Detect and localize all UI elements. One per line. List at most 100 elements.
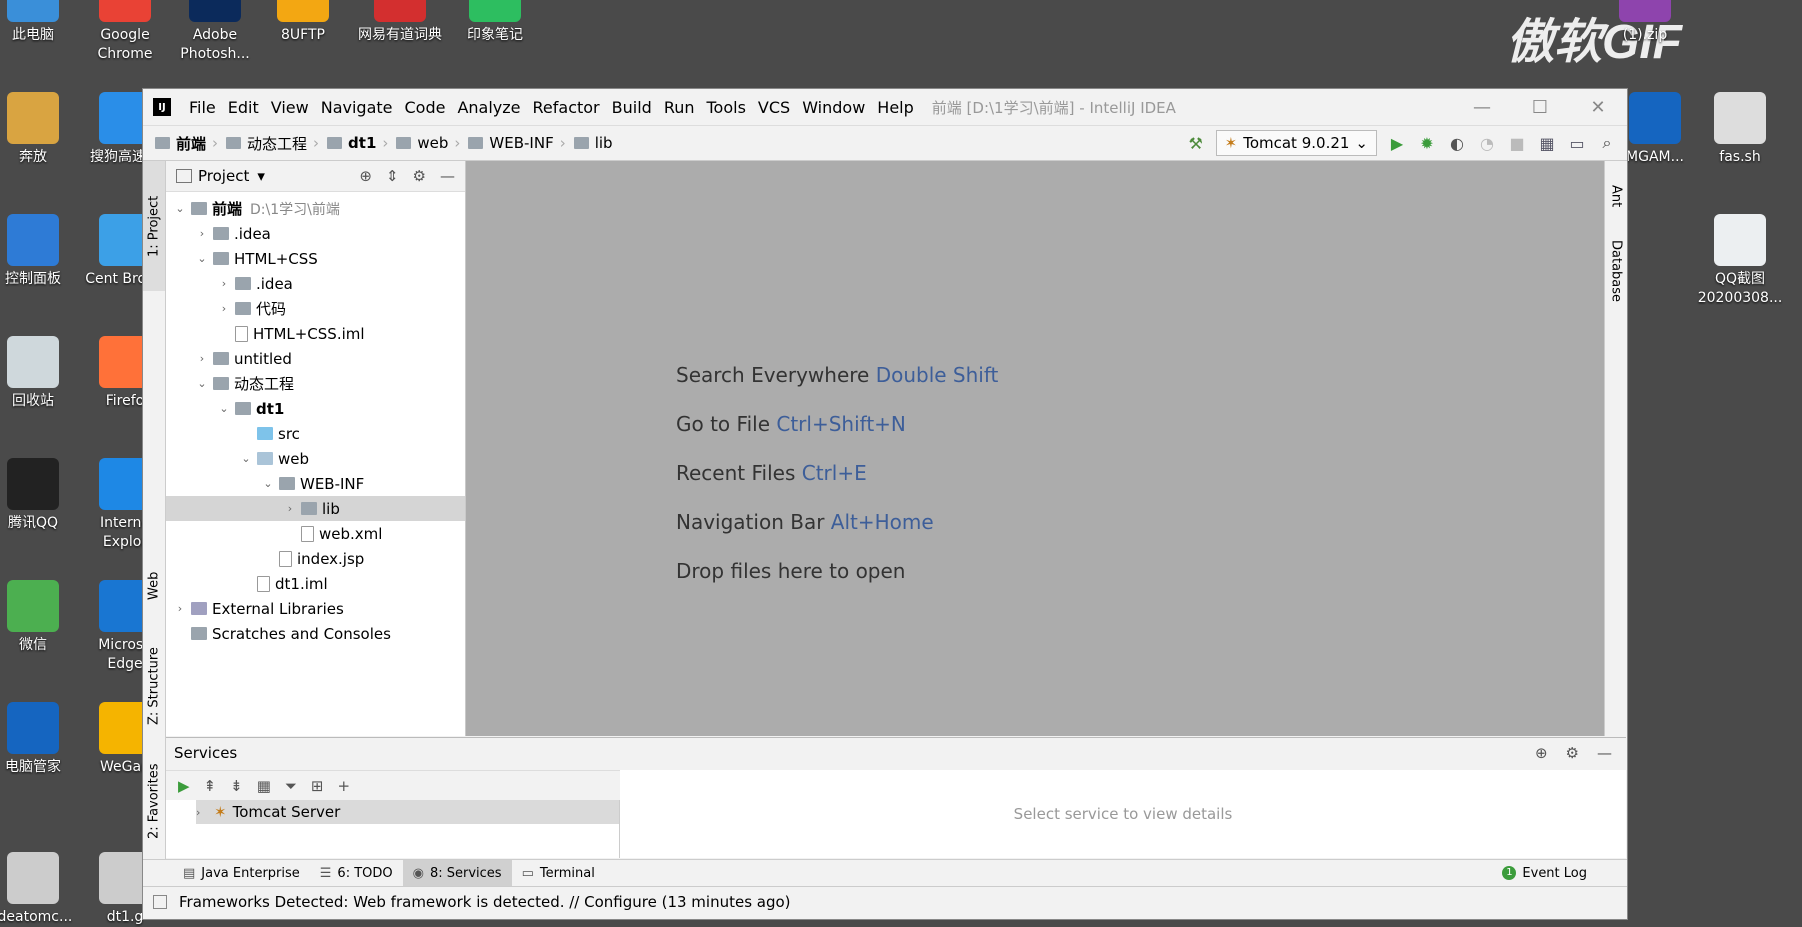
tab-database[interactable]: Database <box>1605 231 1627 311</box>
chevron-down-icon[interactable]: ⌄ <box>172 202 188 215</box>
chevron-down-icon[interactable]: ⌄ <box>194 252 210 265</box>
chevron-down-icon[interactable]: ▾ <box>257 167 265 185</box>
run-icon[interactable]: ▶ <box>1387 133 1407 153</box>
tree-node[interactable]: › lib <box>166 496 465 521</box>
project-panel-title[interactable]: Project <box>198 167 249 185</box>
desktop-icon[interactable]: Google Chrome <box>80 0 170 64</box>
chevron-down-icon[interactable]: ⌄ <box>216 402 232 415</box>
tree-node[interactable]: ⌄ 动态工程 <box>166 371 465 396</box>
menu-item-refactor[interactable]: Refactor <box>527 98 606 117</box>
coverage-icon[interactable]: ◐ <box>1447 133 1467 153</box>
chevron-right-icon[interactable]: › <box>196 806 214 819</box>
breadcrumb-item[interactable]: web › <box>392 133 464 154</box>
status-message[interactable]: Frameworks Detected: Web framework is de… <box>179 893 791 911</box>
desktop-icon[interactable]: ideatomc... <box>0 852 78 927</box>
tree-node[interactable]: ⌄ web <box>166 446 465 471</box>
chevron-down-icon[interactable]: ⌄ <box>194 377 210 390</box>
hide-icon[interactable]: — <box>440 167 455 185</box>
service-item-tomcat[interactable]: › ✶ Tomcat Server <box>196 800 619 824</box>
tree-node[interactable]: › 代码 <box>166 296 465 321</box>
tree-node[interactable]: ⌄ HTML+CSS <box>166 246 465 271</box>
bottom-tab[interactable]: ▤ Java Enterprise <box>173 860 310 886</box>
tree-node[interactable]: dt1.iml <box>166 571 465 596</box>
menu-item-build[interactable]: Build <box>606 98 658 117</box>
desktop-icon[interactable]: Adobe Photosh... <box>170 0 260 64</box>
breadcrumb-item[interactable]: 动态工程 › <box>222 133 323 154</box>
chevron-right-icon[interactable]: › <box>282 502 298 515</box>
tab-project[interactable]: 1: Project <box>143 161 165 291</box>
tree-node[interactable]: Scratches and Consoles <box>166 621 465 646</box>
tree-node[interactable]: web.xml <box>166 521 465 546</box>
menu-item-window[interactable]: Window <box>796 98 871 117</box>
menu-item-navigate[interactable]: Navigate <box>315 98 399 117</box>
tree-node[interactable]: › untitled <box>166 346 465 371</box>
breadcrumb-item[interactable]: dt1 › <box>323 133 392 154</box>
desktop-icon[interactable]: QQ截图 20200308... <box>1695 214 1785 308</box>
status-toggle-icon[interactable] <box>153 895 167 909</box>
desktop-icon[interactable]: 微信 <box>0 580 78 655</box>
chevron-down-icon[interactable]: ⌄ <box>238 452 254 465</box>
breadcrumb-item[interactable]: WEB-INF › <box>464 133 569 154</box>
chevron-right-icon[interactable]: › <box>172 602 188 615</box>
tree-node[interactable]: ⌄ 前端 D:\1学习\前端 <box>166 196 465 221</box>
group-icon[interactable]: ▦ <box>257 777 271 795</box>
build-hammer-icon[interactable]: ⚒ <box>1186 133 1206 153</box>
menu-item-tools[interactable]: Tools <box>701 98 752 117</box>
menu-item-analyze[interactable]: Analyze <box>451 98 526 117</box>
collapse-all-icon[interactable]: ⇕ <box>386 167 399 185</box>
menu-item-run[interactable]: Run <box>658 98 701 117</box>
run-icon[interactable]: ▶ <box>178 777 190 795</box>
expand-all-icon[interactable]: ⇞ <box>204 777 217 795</box>
menu-item-view[interactable]: View <box>265 98 315 117</box>
menu-item-edit[interactable]: Edit <box>222 98 265 117</box>
bottom-tab[interactable]: ☰ 6: TODO <box>310 860 403 886</box>
desktop-icon[interactable]: 回收站 <box>0 336 78 411</box>
chevron-right-icon[interactable]: › <box>194 352 210 365</box>
tab-structure[interactable]: Z: Structure <box>143 631 165 741</box>
desktop-icon[interactable]: 此电脑 <box>0 0 78 45</box>
tree-node[interactable]: index.jsp <box>166 546 465 571</box>
tree-node[interactable]: ⌄ WEB-INF <box>166 471 465 496</box>
chevron-down-icon[interactable]: ⌄ <box>260 477 276 490</box>
tree-node[interactable]: › .idea <box>166 221 465 246</box>
gear-icon[interactable]: ⚙ <box>1566 744 1579 762</box>
debug-icon[interactable]: ✹ <box>1417 133 1437 153</box>
close-button[interactable]: ✕ <box>1569 97 1627 118</box>
project-structure-icon[interactable]: ▦ <box>1537 133 1557 153</box>
desktop-icon[interactable]: (1).zip <box>1600 0 1690 45</box>
editor-area[interactable]: Search Everywhere Double Shift Go to File… <box>466 161 1604 736</box>
menu-item-help[interactable]: Help <box>871 98 919 117</box>
tree-node[interactable]: ⌄ dt1 <box>166 396 465 421</box>
stop-icon[interactable]: ■ <box>1507 133 1527 153</box>
chevron-right-icon[interactable]: › <box>216 302 232 315</box>
tree-node[interactable]: HTML+CSS.iml <box>166 321 465 346</box>
desktop-icon[interactable]: 奔放 <box>0 92 78 167</box>
chevron-right-icon[interactable]: › <box>216 277 232 290</box>
locate-icon[interactable]: ⊕ <box>359 167 372 185</box>
tab-favorites[interactable]: 2: Favorites <box>143 751 165 851</box>
breadcrumb-item[interactable]: lib <box>570 133 617 154</box>
tree-node[interactable]: src <box>166 421 465 446</box>
desktop-icon[interactable]: 网易有道词典 <box>355 0 445 45</box>
event-log-button[interactable]: 1 Event Log <box>1502 866 1627 881</box>
menu-item-file[interactable]: File <box>183 98 222 117</box>
desktop-icon[interactable]: 8UFTP <box>258 0 348 45</box>
bottom-tab[interactable]: ◉ 8: Services <box>402 860 512 886</box>
desktop-icon[interactable]: 腾讯QQ <box>0 458 78 533</box>
tree-node[interactable]: › External Libraries <box>166 596 465 621</box>
menu-item-code[interactable]: Code <box>399 98 452 117</box>
collapse-all-icon[interactable]: ⇟ <box>230 777 243 795</box>
gear-icon[interactable]: ⚙ <box>413 167 426 185</box>
filter-icon[interactable]: ⏷ <box>285 777 297 795</box>
maximize-button[interactable]: ☐ <box>1511 97 1569 118</box>
new-tab-icon[interactable]: ⊞ <box>311 777 324 795</box>
desktop-icon[interactable]: 控制面板 <box>0 214 78 289</box>
tab-web[interactable]: Web <box>143 551 165 621</box>
presentation-icon[interactable]: ▭ <box>1567 133 1587 153</box>
chevron-right-icon[interactable]: › <box>194 227 210 240</box>
locate-icon[interactable]: ⊕ <box>1535 744 1548 762</box>
bottom-tab[interactable]: ▭ Terminal <box>512 860 605 886</box>
desktop-icon[interactable]: 电脑管家 <box>0 702 78 777</box>
add-icon[interactable]: + <box>337 777 350 795</box>
hide-icon[interactable]: — <box>1597 744 1612 762</box>
